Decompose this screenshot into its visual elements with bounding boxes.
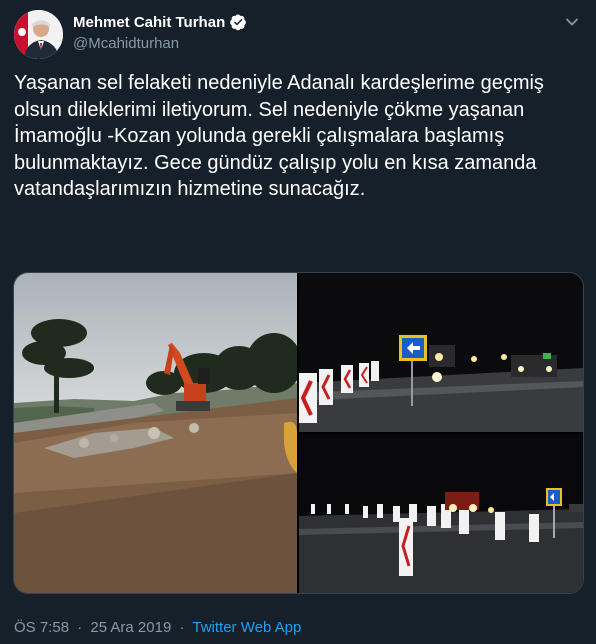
excavator-roadwork-photo[interactable] xyxy=(14,273,297,593)
tweet-meta: ÖS 7:58 · 25 Ara 2019 · Twitter Web App xyxy=(14,619,301,636)
author-name-row[interactable]: Mehmet Cahit Turhan xyxy=(73,13,247,31)
meta-separator: · xyxy=(77,619,83,636)
chevron-down-icon[interactable] xyxy=(564,14,580,30)
avatar-image xyxy=(14,10,63,59)
user-handle[interactable]: @Mcahidturhan xyxy=(73,35,179,52)
verified-badge-icon xyxy=(230,14,247,31)
night-detour-photo[interactable] xyxy=(299,434,583,593)
media-grid xyxy=(13,272,584,594)
tweet-source-link[interactable]: Twitter Web App xyxy=(192,619,301,636)
display-name[interactable]: Mehmet Cahit Turhan xyxy=(73,14,225,31)
tweet-date[interactable]: 25 Ara 2019 xyxy=(90,619,171,636)
tweet-text: Yaşanan sel felaketi nedeniyle Adanalı k… xyxy=(14,72,550,200)
night-road-signs-photo[interactable] xyxy=(299,273,583,432)
meta-separator-2: · xyxy=(179,619,185,636)
tweet: Mehmet Cahit Turhan @Mcahidturhan Yaşana… xyxy=(0,0,596,644)
avatar[interactable] xyxy=(14,10,63,59)
tweet-time[interactable]: ÖS 7:58 xyxy=(14,619,69,636)
